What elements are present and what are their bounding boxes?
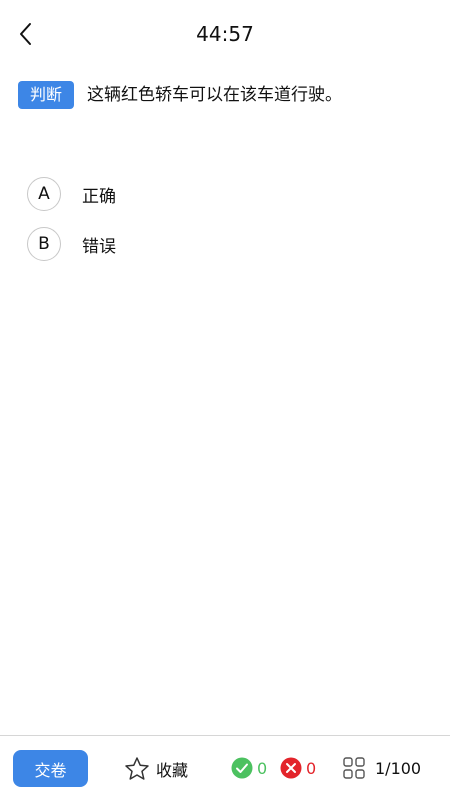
submit-exam-button[interactable]: 交卷 xyxy=(13,750,88,787)
question-type-badge: 判断 xyxy=(18,81,75,109)
wrong-count: 0 xyxy=(306,758,317,778)
option-text: 正确 xyxy=(82,186,116,207)
option-letter: B xyxy=(27,227,61,261)
option-b[interactable]: B 错误 xyxy=(27,226,427,262)
star-icon xyxy=(125,757,149,780)
question: 判断 这辆红色轿车可以在该车道行驶。 xyxy=(18,81,438,109)
top-bar: 44:57 xyxy=(0,0,450,68)
correct-count: 0 xyxy=(257,758,268,778)
wrong-counter: 0 xyxy=(280,757,316,779)
question-progress-button[interactable]: 1/100 xyxy=(343,757,421,779)
option-text: 错误 xyxy=(82,236,116,257)
grid-icon xyxy=(343,757,365,779)
x-circle-icon xyxy=(280,757,302,779)
option-letter: A xyxy=(27,177,61,211)
option-a[interactable]: A 正确 xyxy=(27,176,427,212)
bottom-toolbar: 交卷 收藏 0 0 1/100 xyxy=(0,735,450,800)
favorite-label: 收藏 xyxy=(156,761,189,780)
progress-text: 1/100 xyxy=(375,758,422,778)
favorite-button[interactable]: 收藏 xyxy=(124,756,188,782)
check-circle-icon xyxy=(231,757,253,779)
answer-options: A 正确 B 错误 xyxy=(27,176,427,276)
correct-counter: 0 xyxy=(231,757,267,779)
question-text: 这辆红色轿车可以在该车道行驶。 xyxy=(87,85,343,105)
countdown-timer: 44:57 xyxy=(196,22,254,46)
